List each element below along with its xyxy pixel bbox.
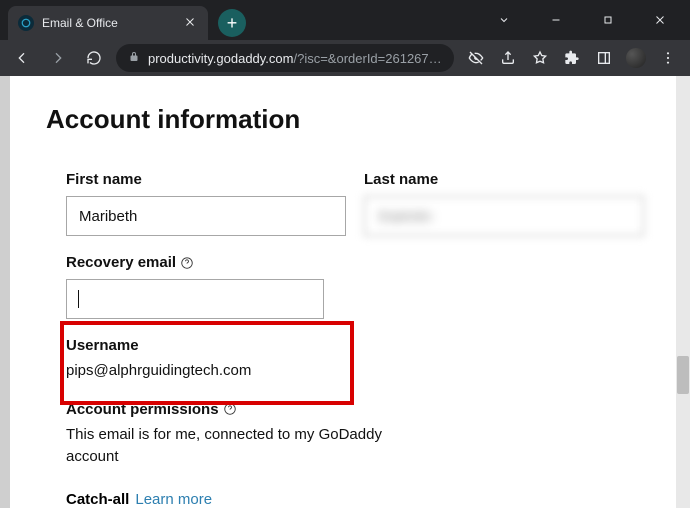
chevron-down-icon[interactable] xyxy=(482,5,526,35)
tab-favicon xyxy=(18,15,34,31)
new-tab-button[interactable]: + xyxy=(218,9,246,37)
reload-button[interactable] xyxy=(80,44,108,72)
username-label: Username xyxy=(66,337,644,354)
tab-title: Email & Office xyxy=(42,16,174,30)
minimize-button[interactable] xyxy=(534,5,578,35)
kebab-menu-icon[interactable] xyxy=(654,44,682,72)
panel-icon[interactable] xyxy=(590,44,618,72)
catchall-label: Catch-all xyxy=(66,491,129,508)
first-name-input[interactable] xyxy=(66,196,346,236)
help-icon[interactable] xyxy=(180,256,194,270)
maximize-button[interactable] xyxy=(586,5,630,35)
eye-off-icon[interactable] xyxy=(462,44,490,72)
learn-more-link[interactable]: Learn more xyxy=(135,491,212,508)
browser-tab[interactable]: Email & Office xyxy=(8,6,208,40)
lock-icon xyxy=(128,51,140,66)
window-titlebar: Email & Office + xyxy=(0,0,690,40)
permissions-label: Account permissions xyxy=(66,401,644,418)
last-name-input[interactable] xyxy=(364,196,644,236)
back-button[interactable] xyxy=(8,44,36,72)
tab-close-button[interactable] xyxy=(182,13,198,33)
text-cursor xyxy=(78,290,79,308)
page-content: Account information First name Last name… xyxy=(10,76,680,508)
url-text: productivity.godaddy.com/?isc=&orderId=2… xyxy=(148,51,442,66)
extensions-icon[interactable] xyxy=(558,44,586,72)
share-icon[interactable] xyxy=(494,44,522,72)
tab-strip: Email & Office + xyxy=(0,0,246,40)
catchall-row: Catch-all Learn more xyxy=(46,491,644,508)
window-controls xyxy=(482,5,690,35)
page-title: Account information xyxy=(46,104,644,135)
recovery-email-input[interactable] xyxy=(66,279,324,319)
last-name-label: Last name xyxy=(364,171,644,188)
permissions-value: This email is for me, connected to my Go… xyxy=(66,424,386,469)
address-bar[interactable]: productivity.godaddy.com/?isc=&orderId=2… xyxy=(116,44,454,72)
scrollbar-track[interactable] xyxy=(676,76,690,508)
bookmark-star-icon[interactable] xyxy=(526,44,554,72)
scrollbar-thumb[interactable] xyxy=(677,356,689,394)
forward-button[interactable] xyxy=(44,44,72,72)
profile-avatar[interactable] xyxy=(622,44,650,72)
recovery-email-label: Recovery email xyxy=(66,254,324,271)
help-icon[interactable] xyxy=(223,402,237,416)
first-name-label: First name xyxy=(66,171,346,188)
viewport: Account information First name Last name… xyxy=(0,76,690,508)
close-window-button[interactable] xyxy=(638,5,682,35)
username-value: pips@alphrguidingtech.com xyxy=(66,360,386,383)
name-row: First name Last name xyxy=(66,171,644,236)
browser-toolbar: productivity.godaddy.com/?isc=&orderId=2… xyxy=(0,40,690,76)
